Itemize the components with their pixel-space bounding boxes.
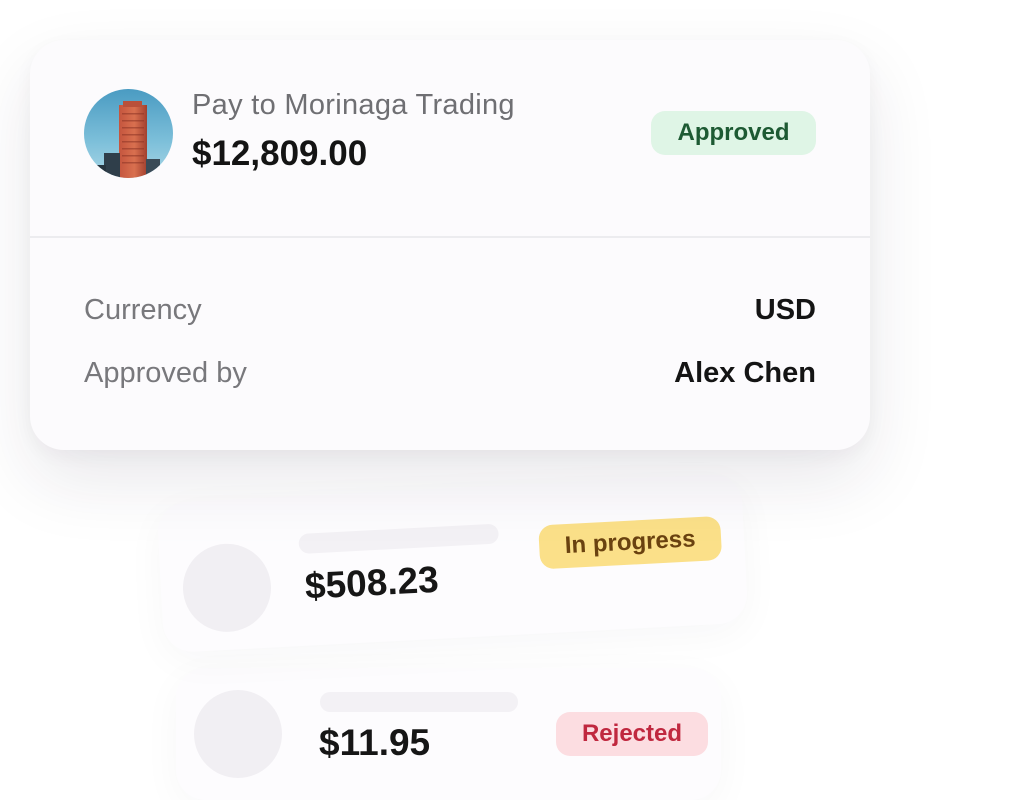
payment-card-approved[interactable]: Pay to Morinaga Trading $12,809.00 Appro… — [30, 40, 870, 450]
payment-amount: $12,809.00 — [192, 134, 368, 173]
payment-card-rejected[interactable]: $11.95 Rejected — [176, 668, 721, 800]
divider — [30, 236, 870, 238]
currency-label: Currency — [84, 294, 202, 326]
approved-by-label: Approved by — [84, 357, 247, 389]
status-badge-approved: Approved — [651, 111, 816, 155]
payment-card-in-progress[interactable]: $508.23 In progress — [156, 472, 749, 654]
payee-placeholder-line — [320, 692, 518, 712]
status-badge-in-progress: In progress — [538, 515, 723, 570]
payment-amount: $508.23 — [303, 558, 440, 607]
status-badge-rejected: Rejected — [556, 712, 708, 756]
currency-value: USD — [754, 294, 816, 326]
avatar-placeholder — [180, 541, 274, 635]
approved-by-value: Alex Chen — [674, 357, 816, 389]
avatar-placeholder — [194, 690, 282, 778]
payee-placeholder-line — [298, 523, 500, 555]
payee-label: Pay to Morinaga Trading — [192, 89, 515, 121]
payment-amount: $11.95 — [319, 722, 431, 763]
building-photo-avatar — [84, 89, 173, 178]
